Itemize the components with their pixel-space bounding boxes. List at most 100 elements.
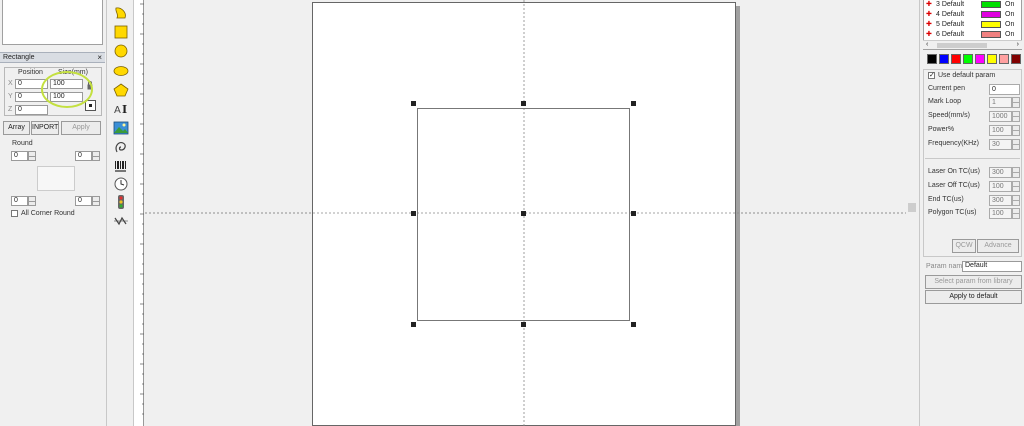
bitmap-tool-icon[interactable] xyxy=(113,121,129,135)
laser-on-tc-input[interactable]: 300 xyxy=(989,167,1012,178)
pen-row[interactable]: ✚ 6 Default On xyxy=(926,31,1021,39)
param-label: Current pen xyxy=(928,85,965,92)
mark-loop-spin[interactable] xyxy=(1012,97,1020,108)
use-default-checkbox[interactable]: ✓ xyxy=(928,72,935,79)
array-button[interactable]: Array xyxy=(3,121,30,135)
pen-parameter-panel: ✚ 3 Default On ✚ 4 Default On ✚ 5 Defaul… xyxy=(919,0,1024,426)
round-bottom-left-input[interactable]: 0 xyxy=(11,196,28,206)
input-port-tool-icon[interactable] xyxy=(113,195,129,209)
handle-top-middle xyxy=(521,101,526,106)
scroll-right-icon[interactable]: › xyxy=(1017,41,1019,48)
palette-swatch[interactable] xyxy=(963,54,973,64)
round-top-right-input[interactable]: 0 xyxy=(75,151,92,161)
palette-swatch[interactable] xyxy=(987,54,997,64)
barcode-tool-icon[interactable] xyxy=(113,160,129,174)
round-bottom-left-spin[interactable] xyxy=(28,196,36,206)
speed-spin[interactable] xyxy=(1012,111,1020,122)
pen-row[interactable]: ✚ 3 Default On xyxy=(926,1,1021,9)
palette-swatch[interactable] xyxy=(939,54,949,64)
pen-row[interactable]: ✚ 5 Default On xyxy=(926,21,1021,29)
speed-input[interactable]: 1000 xyxy=(989,111,1012,122)
power-input[interactable]: 100 xyxy=(989,125,1012,136)
pen-state[interactable]: On xyxy=(1005,21,1014,28)
vector-file-tool-icon[interactable] xyxy=(113,140,129,154)
palette-swatch[interactable] xyxy=(975,54,985,64)
param-end-tc: End TC(us) 300 xyxy=(925,195,1022,206)
param-laser-off-tc: Laser Off TC(us) 100 xyxy=(925,181,1022,192)
circle-tool-icon[interactable] xyxy=(113,44,129,58)
svg-text:I: I xyxy=(122,103,127,115)
pen-name: 4 Default xyxy=(936,11,965,18)
laser-off-tc-input[interactable]: 100 xyxy=(989,181,1012,192)
laser-off-tc-spin[interactable] xyxy=(1012,181,1020,192)
all-corner-round-checkbox[interactable] xyxy=(11,210,18,217)
pen-state[interactable]: On xyxy=(1005,1,1014,8)
polygon-tool-icon[interactable] xyxy=(113,83,129,97)
object-list[interactable] xyxy=(2,0,103,45)
output-port-tool-icon[interactable] xyxy=(113,214,129,228)
z-position-input[interactable]: 0 xyxy=(15,105,48,115)
pen-icon: ✚ xyxy=(926,31,932,38)
param-label: Mark Loop xyxy=(928,98,962,105)
text-tool-icon[interactable]: AI xyxy=(113,101,129,116)
apply-default-button[interactable]: Apply to default xyxy=(925,290,1022,304)
power-spin[interactable] xyxy=(1012,125,1020,136)
round-bottom-right-input[interactable]: 0 xyxy=(75,196,92,206)
laser-on-tc-spin[interactable] xyxy=(1012,167,1020,178)
advance-button[interactable]: Advance xyxy=(977,239,1019,253)
pen-state[interactable]: On xyxy=(1005,31,1014,38)
y-label: Y xyxy=(8,93,13,100)
palette-swatch[interactable] xyxy=(951,54,961,64)
handle-middle-right xyxy=(631,211,636,216)
pen-color-swatch[interactable] xyxy=(981,31,1001,38)
vertical-ruler xyxy=(134,0,144,426)
hscroll-thumb[interactable] xyxy=(937,43,987,48)
round-top-left-input[interactable]: 0 xyxy=(11,151,28,161)
pen-color-swatch[interactable] xyxy=(981,1,1001,8)
panel-title: Rectangle xyxy=(3,54,35,61)
polygon-tc-input[interactable]: 100 xyxy=(989,208,1012,219)
pen-list-hscrollbar[interactable]: ‹ › xyxy=(923,40,1022,49)
end-tc-input[interactable]: 300 xyxy=(989,195,1012,206)
param-label: Laser On TC(us) xyxy=(928,168,980,175)
close-icon[interactable]: × xyxy=(97,53,102,62)
param-mark-loop: Mark Loop 1 xyxy=(925,97,1022,108)
palette-swatch[interactable] xyxy=(927,54,937,64)
scrollbar-thumb[interactable] xyxy=(908,203,916,212)
param-laser-on-tc: Laser On TC(us) 300 xyxy=(925,167,1022,178)
polygon-tc-spin[interactable] xyxy=(1012,208,1020,219)
apply-button[interactable]: Apply xyxy=(61,121,101,135)
vertical-scrollbar[interactable] xyxy=(906,0,918,426)
palette-swatch[interactable] xyxy=(1011,54,1021,64)
scroll-left-icon[interactable]: ‹ xyxy=(926,41,928,48)
param-name-input[interactable]: Default xyxy=(962,261,1022,272)
round-top-left-spin[interactable] xyxy=(28,151,36,161)
current-pen-value[interactable]: 0 xyxy=(989,84,1020,95)
pen-icon: ✚ xyxy=(926,1,932,8)
all-corner-round-label: All Corner Round xyxy=(21,210,75,217)
mark-loop-input[interactable]: 1 xyxy=(989,97,1012,108)
pen-state[interactable]: On xyxy=(1005,11,1014,18)
select-param-button[interactable]: Select param from library xyxy=(925,275,1022,289)
input-button[interactable]: INPORT xyxy=(31,121,59,135)
pen-icon: ✚ xyxy=(926,21,932,28)
pen-color-swatch[interactable] xyxy=(981,11,1001,18)
round-top-right-spin[interactable] xyxy=(92,151,100,161)
handle-bottom-left xyxy=(411,322,416,327)
frequency-input[interactable]: 30 xyxy=(989,139,1012,150)
anchor-point-icon[interactable] xyxy=(85,100,96,111)
round-preview xyxy=(37,166,75,191)
round-bottom-right-spin[interactable] xyxy=(92,196,100,206)
timer-tool-icon[interactable] xyxy=(113,177,129,191)
palette-swatch[interactable] xyxy=(999,54,1009,64)
end-tc-spin[interactable] xyxy=(1012,195,1020,206)
pen-color-swatch[interactable] xyxy=(981,21,1001,28)
curve-tool-icon[interactable] xyxy=(113,6,129,20)
frequency-spin[interactable] xyxy=(1012,139,1020,150)
rectangle-tool-icon[interactable] xyxy=(113,25,129,39)
handle-top-right xyxy=(631,101,636,106)
ellipse-tool-icon[interactable] xyxy=(113,64,129,78)
pen-row[interactable]: ✚ 4 Default On xyxy=(926,11,1021,19)
round-label: Round xyxy=(12,140,33,147)
qcw-button[interactable]: QCW xyxy=(952,239,976,253)
